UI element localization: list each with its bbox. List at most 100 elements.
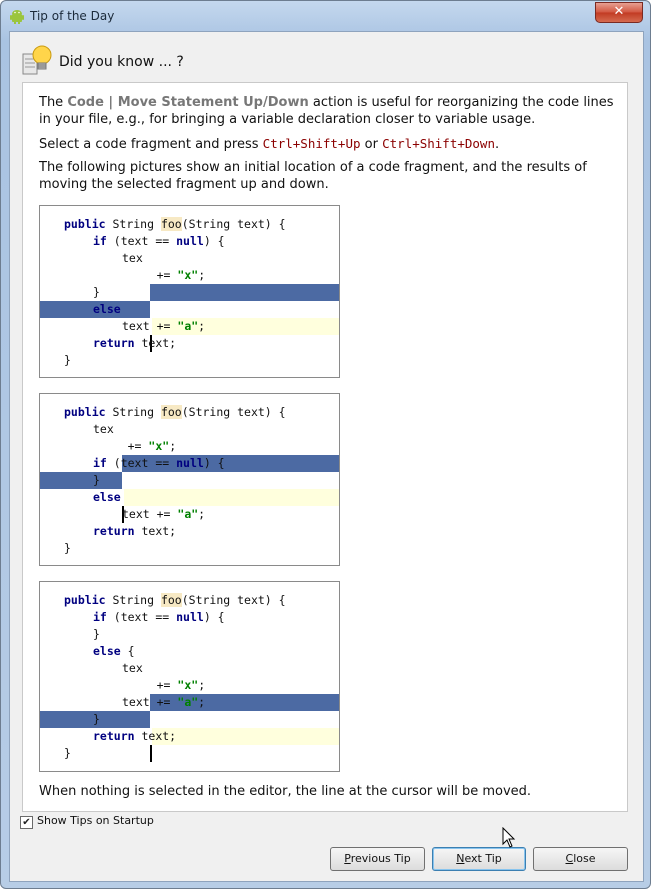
code-token: tex [93, 422, 114, 436]
code-token: (text == [106, 456, 177, 470]
code-token: = ""; [149, 251, 192, 265]
code-line-selected-caret: text += "x"; [40, 677, 339, 762]
show-tips-label[interactable]: Show Tips on Startup [37, 814, 154, 827]
code-token: += [120, 439, 149, 453]
window-title: Tip of the Day [30, 9, 115, 23]
code-line-selected-caret: text += "x"; [40, 267, 339, 352]
code-line-selected-caret: text += "x"; [40, 438, 339, 523]
code-token: ) { [203, 234, 225, 248]
code-line-selected: text = ""; [40, 250, 339, 301]
code-token: ; [198, 268, 206, 282]
code-token: } [93, 473, 100, 487]
code-line: return text; [40, 728, 339, 745]
code-token: tex [122, 251, 143, 265]
code-line: } [40, 284, 339, 301]
code-token: } [93, 285, 100, 299]
code-token: (String text) { [181, 217, 286, 231]
tip-content-panel: The Code | Move Statement Up/Down action… [22, 82, 628, 812]
code-token: += [149, 268, 178, 282]
code-line: } [40, 352, 339, 369]
code-token: text [122, 678, 150, 692]
keyword: return [93, 336, 135, 350]
code-line: else [40, 489, 339, 506]
code-token: t [142, 251, 150, 265]
android-app-icon [10, 10, 24, 24]
string-literal: "x" [177, 678, 199, 692]
method-name: foo [160, 405, 182, 419]
code-line: return text; [40, 523, 339, 540]
keyword: else [93, 644, 121, 658]
keyword: null [176, 610, 204, 624]
text-segment: or [360, 137, 383, 152]
keyword: public [64, 593, 106, 607]
keyword: public [64, 405, 106, 419]
code-token: = ""; [120, 422, 163, 436]
code-token: text; [134, 524, 177, 538]
code-token: } [64, 353, 71, 367]
show-tips-checkbox[interactable]: ✔ [20, 816, 33, 829]
code-token: String [105, 405, 161, 419]
code-token: } [93, 712, 100, 726]
lightbulb-icon [22, 45, 52, 75]
code-line: text += "a"; [40, 318, 339, 335]
code-token: ; [169, 439, 177, 453]
close-button[interactable]: Close [533, 847, 628, 871]
code-line: if (text == null) { [40, 455, 339, 472]
code-line: } [40, 711, 339, 728]
code-token: ) { [203, 456, 225, 470]
keyword: else [93, 490, 121, 504]
code-token: text; [134, 729, 177, 743]
code-line: } [40, 540, 339, 557]
code-line: } [40, 626, 339, 643]
code-token: = ""; [149, 661, 192, 675]
string-literal: "a" [177, 695, 199, 709]
code-line: public String foo(String text) { [40, 216, 339, 233]
code-token: text [122, 268, 150, 282]
previous-tip-button[interactable]: Previous Tip [330, 847, 425, 871]
text-segment: The [39, 95, 68, 110]
string-literal: "x" [148, 439, 170, 453]
keyword: null [176, 456, 204, 470]
code-line: if (text == null) { [40, 609, 339, 626]
keyword: return [93, 729, 135, 743]
code-token: { [120, 644, 135, 658]
code-token: text += [122, 507, 178, 521]
code-line: text += "a"; [40, 506, 339, 523]
shortcut-down: Ctrl+Shift+Down [382, 136, 495, 151]
code-token: text += [122, 695, 178, 709]
code-token: (text == [106, 610, 177, 624]
button-label: lose [573, 852, 596, 865]
text-segment: . [494, 137, 500, 152]
window-close-button[interactable]: ✕ [595, 2, 643, 23]
code-token: (text == [106, 234, 177, 248]
code-token: text [93, 439, 121, 453]
code-token: String [105, 593, 161, 607]
code-token: (String text) { [181, 405, 286, 419]
keyword: return [93, 524, 135, 538]
code-line: else { [40, 643, 339, 660]
tip-paragraph-intro: The Code | Move Statement Up/Down action… [39, 94, 619, 128]
title-bar[interactable]: Tip of the Day ✕ [1, 1, 650, 31]
code-token: t [113, 422, 121, 436]
mouse-pointer-icon [502, 827, 516, 848]
action-name: Code | Move Statement Up/Down [67, 95, 309, 110]
next-tip-button[interactable]: Next Tip [432, 847, 526, 871]
dialog-client-area: Did you know ... ? The Code | Move State… [9, 31, 644, 882]
button-label: ext Tip [464, 852, 502, 865]
code-token: ; [198, 507, 206, 521]
code-line: } [40, 472, 339, 489]
code-token: += [149, 678, 178, 692]
text-segment: Select a code fragment and press [39, 137, 263, 152]
tip-paragraph-pictures: The following pictures show an initial l… [39, 160, 587, 192]
header-title: Did you know ... ? [59, 54, 184, 70]
code-line: public String foo(String text) { [40, 404, 339, 421]
code-line: public String foo(String text) { [40, 592, 339, 609]
code-token: text += [122, 319, 178, 333]
code-line: } [40, 745, 339, 762]
code-token: ; [198, 319, 206, 333]
keyword: else [93, 302, 121, 316]
string-literal: "a" [177, 319, 199, 333]
code-example-moved-up: public String foo(String text) { text = … [39, 393, 340, 566]
tip-paragraph-no-selection: When nothing is selected in the editor, … [39, 784, 532, 799]
code-line: else [40, 301, 339, 318]
